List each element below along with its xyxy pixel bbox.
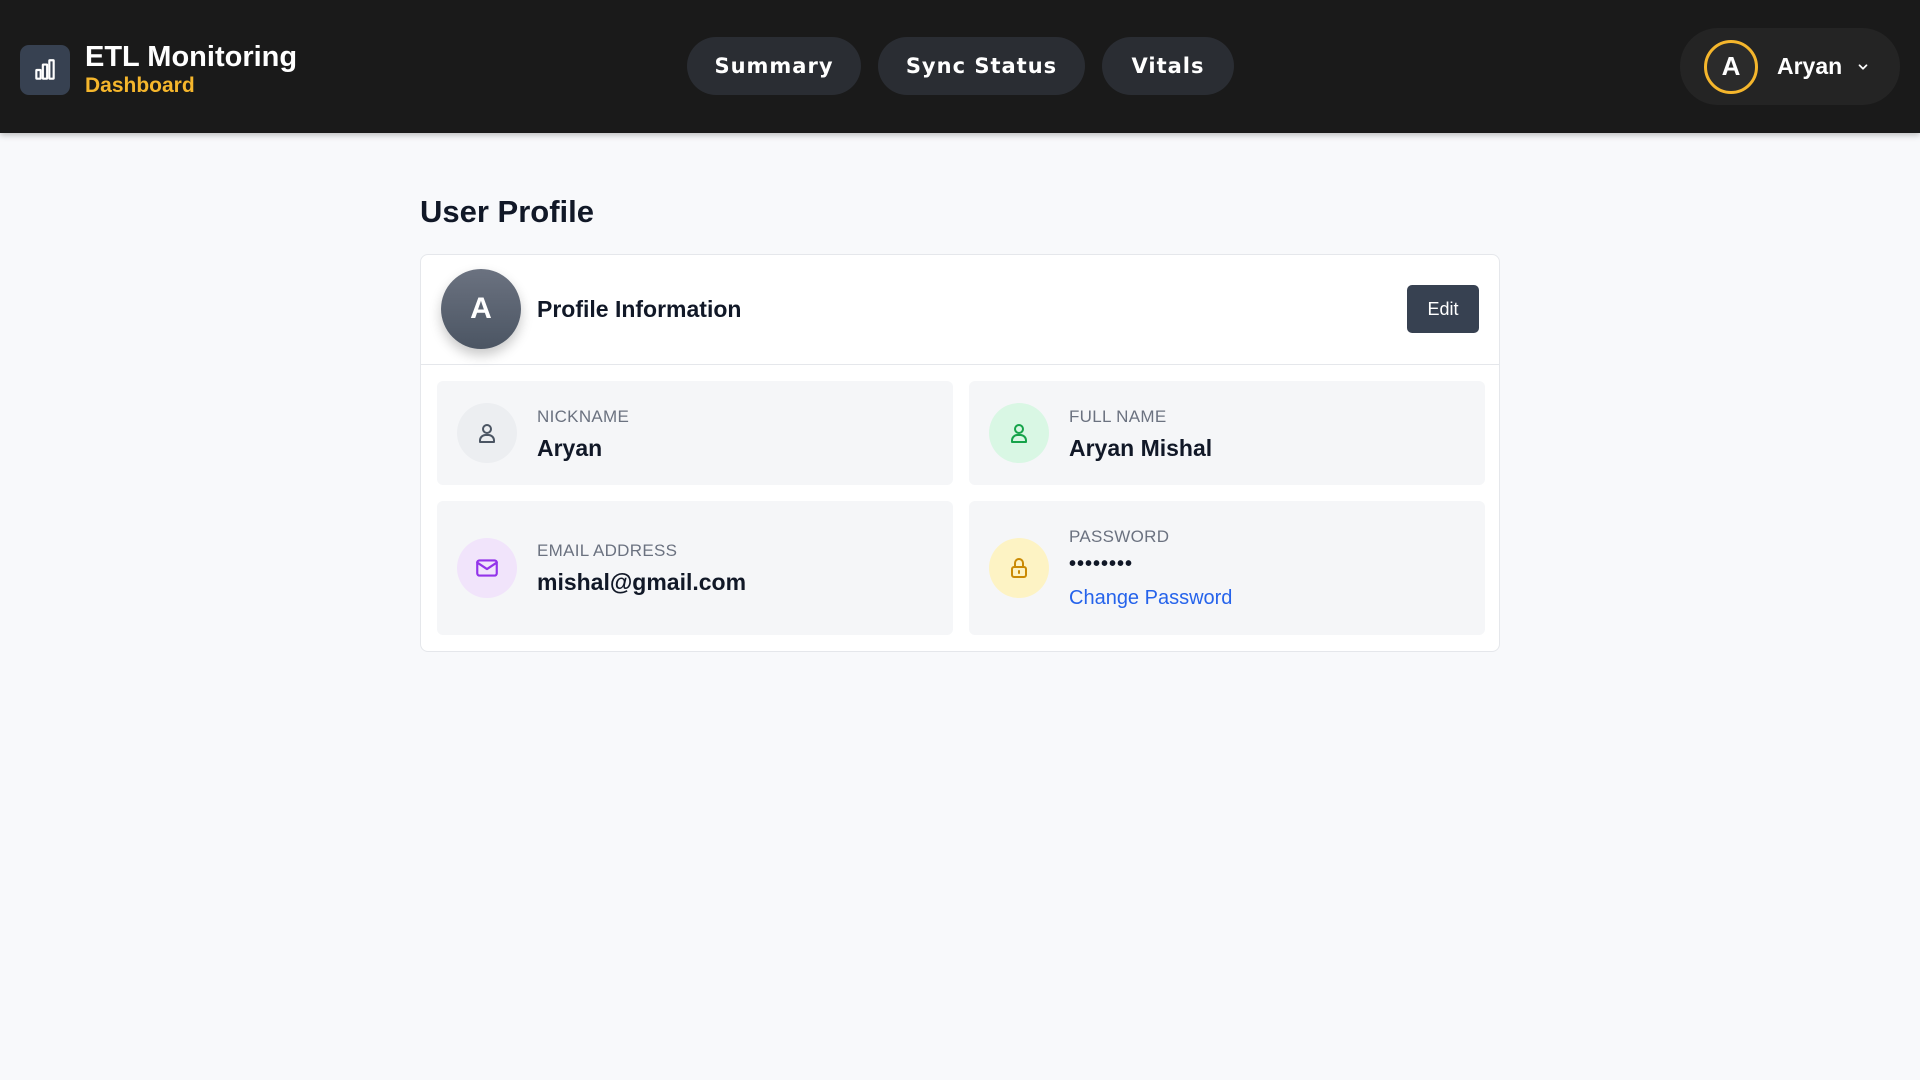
profile-card: A Profile Information Edit NICKNAME Arya…	[420, 254, 1500, 652]
lock-icon	[989, 538, 1049, 598]
nav-summary-button[interactable]: Summary	[687, 37, 861, 95]
page-title: User Profile	[420, 194, 595, 229]
mail-icon	[457, 538, 517, 598]
brand-text: ETL Monitoring Dashboard	[85, 41, 297, 98]
password-value: ••••••••	[1069, 553, 1134, 575]
full-name-label: FULL NAME	[1069, 407, 1167, 426]
profile-avatar: A	[441, 269, 521, 349]
profile-card-title: Profile Information	[537, 296, 742, 322]
main-nav: Summary Sync Status Vitals	[687, 37, 1234, 95]
email-field: EMAIL ADDRESS mishal@gmail.com	[437, 501, 953, 635]
brand[interactable]: ETL Monitoring Dashboard	[20, 41, 297, 98]
password-label: PASSWORD	[1069, 527, 1170, 546]
nav-sync-status-button[interactable]: Sync Status	[878, 37, 1085, 95]
email-label: EMAIL ADDRESS	[537, 541, 678, 560]
user-icon	[989, 403, 1049, 463]
profile-card-header: A Profile Information Edit	[421, 255, 1499, 365]
full-name-value: Aryan Mishal	[1069, 435, 1213, 461]
edit-button[interactable]: Edit	[1407, 285, 1479, 333]
user-avatar: A	[1704, 39, 1758, 94]
chevron-down-icon	[1856, 60, 1870, 74]
nickname-value: Aryan	[537, 435, 603, 461]
password-field: PASSWORD •••••••• Change Password	[969, 501, 1485, 635]
nickname-label: NICKNAME	[537, 407, 630, 426]
user-name: Aryan	[1777, 53, 1843, 79]
email-value: mishal@gmail.com	[537, 569, 747, 595]
bar-chart-icon	[20, 44, 70, 95]
brand-subtitle: Dashboard	[85, 74, 195, 97]
full-name-field: FULL NAME Aryan Mishal	[969, 381, 1485, 485]
top-navigation-bar: ETL Monitoring Dashboard Summary Sync St…	[0, 0, 1920, 133]
nav-vitals-button[interactable]: Vitals	[1102, 37, 1234, 95]
brand-title: ETL Monitoring	[85, 41, 298, 73]
nickname-field: NICKNAME Aryan	[437, 381, 953, 485]
user-menu-button[interactable]: A Aryan	[1680, 28, 1900, 105]
change-password-link[interactable]: Change Password	[1069, 587, 1232, 610]
user-icon	[457, 403, 517, 463]
